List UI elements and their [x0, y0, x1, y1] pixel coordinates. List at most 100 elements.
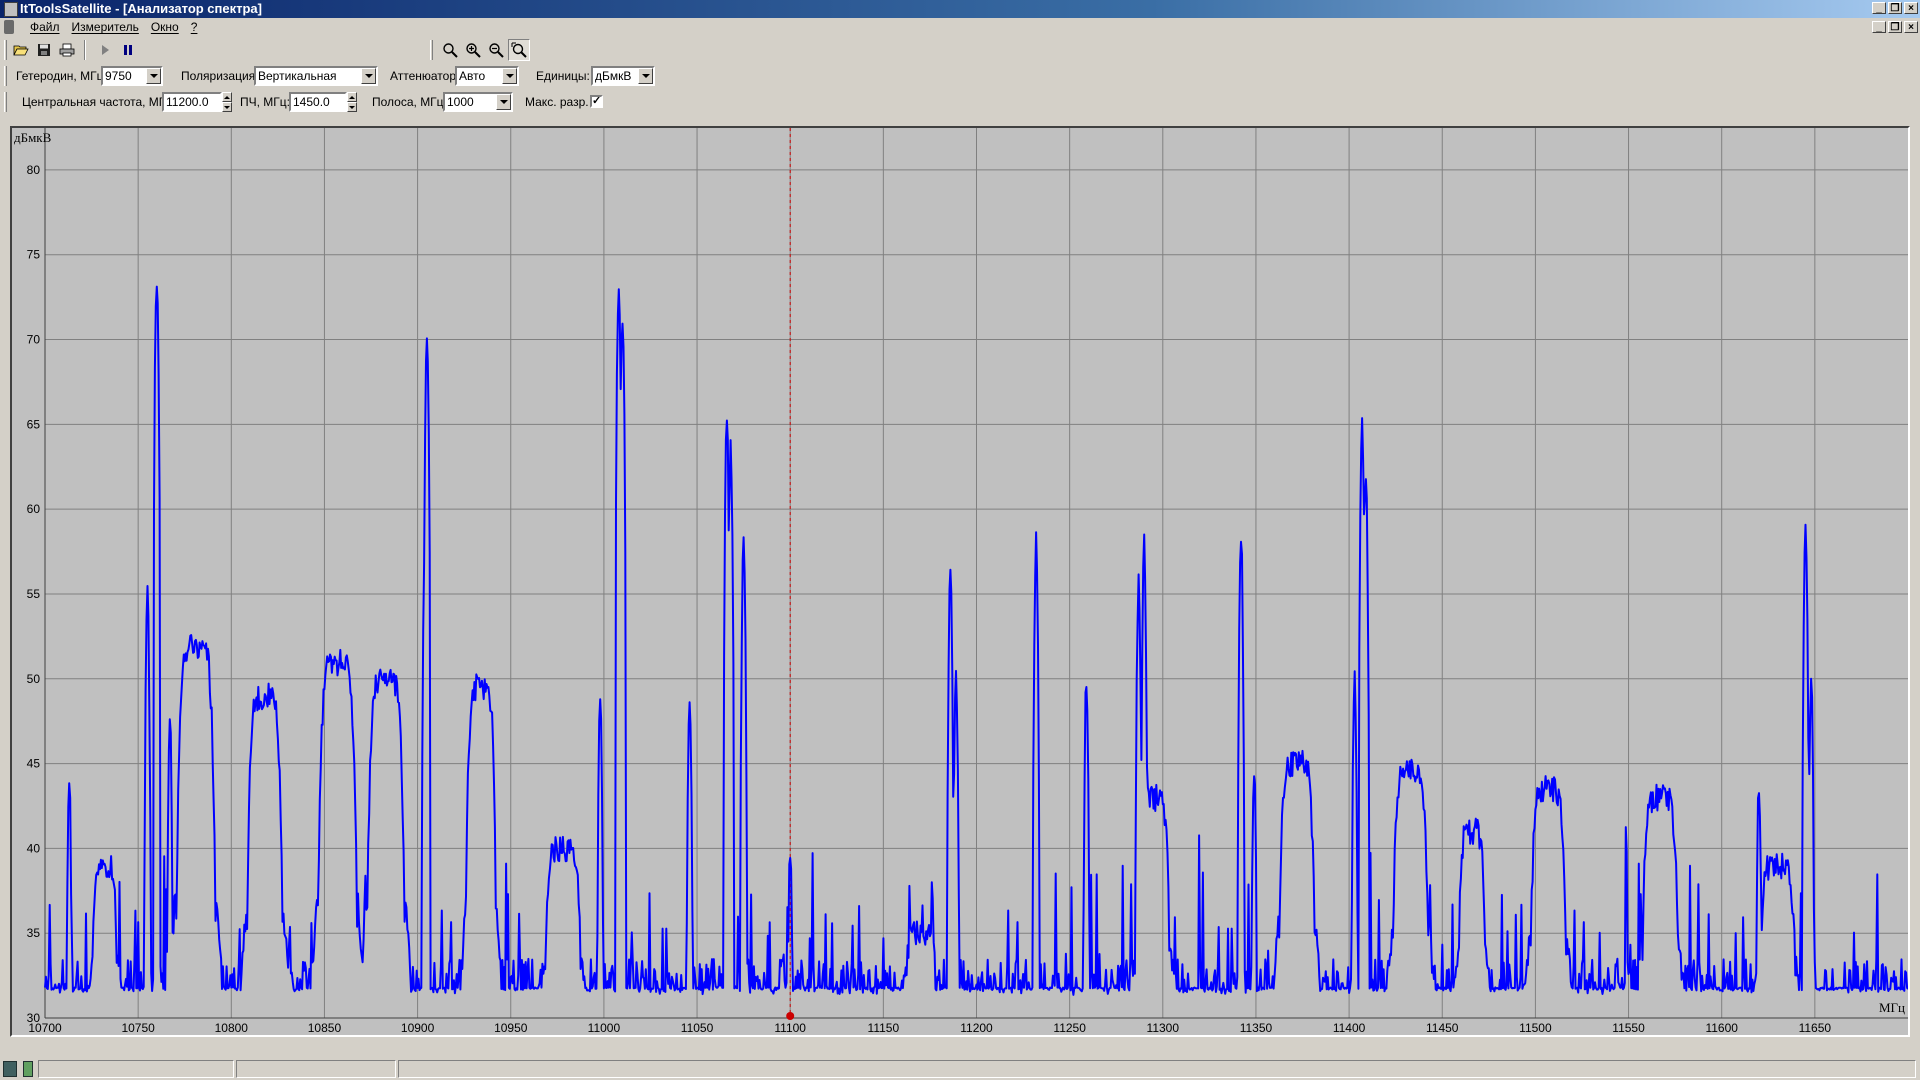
x-tick-label: 11000 [588, 1021, 621, 1035]
y-tick-label: 60 [27, 502, 41, 516]
title-bar: ItToolsSatellite - [Анализатор спектра] … [0, 0, 1920, 18]
spin-down-icon[interactable] [222, 102, 232, 112]
center-freq-label: Центральная частота, МГц: [22, 95, 176, 109]
x-tick-label: 11300 [1147, 1021, 1180, 1035]
play-button[interactable] [94, 39, 116, 61]
print-icon [59, 43, 75, 57]
x-tick-label: 11400 [1333, 1021, 1366, 1035]
polarization-select[interactable]: Вертикальная [254, 66, 378, 86]
spin-up-icon[interactable] [222, 92, 232, 102]
settings-row-2: Центральная частота, МГц: 11200.0 ПЧ, МГ… [0, 90, 1920, 114]
x-tick-label: 11200 [960, 1021, 993, 1035]
attenuator-value: Авто [459, 69, 486, 83]
spectrum-chart[interactable]: 10700 10750 10800 10850 10900 10950 11000 11050… [12, 128, 1908, 1035]
bandwidth-select[interactable]: 1000 [443, 92, 513, 112]
toolbar-grip[interactable] [4, 40, 7, 60]
y-tick-label: 70 [27, 333, 41, 347]
zoom-icon [443, 43, 458, 58]
units-select[interactable]: дБмкВ [591, 66, 655, 86]
menu-bar: Файл Измеритель Окно ? [0, 18, 1920, 37]
toolbar-separator [84, 40, 86, 60]
attenuator-label: Аттенюатор: [390, 69, 460, 83]
mdi-restore-button[interactable]: ❐ [1888, 21, 1902, 33]
save-icon [38, 44, 50, 56]
chart-background [12, 128, 1908, 1035]
x-tick-label: 11150 [868, 1021, 900, 1035]
document-icon[interactable] [4, 20, 14, 34]
pause-icon [124, 45, 132, 55]
y-axis-label: дБмкВ [14, 130, 52, 145]
spin-down-icon[interactable] [347, 102, 357, 112]
chevron-down-icon[interactable] [146, 68, 161, 84]
settings-row-1: Гетеродин, МГц: 9750 Поляризация: Вертик… [0, 64, 1920, 88]
pause-button[interactable] [117, 39, 139, 61]
mdi-close-button[interactable]: × [1904, 21, 1918, 33]
x-tick-label: 11600 [1705, 1021, 1738, 1035]
y-tick-label: 40 [27, 841, 41, 855]
frequency-marker-handle[interactable] [786, 1012, 795, 1020]
status-panel-1 [38, 1060, 234, 1078]
zoom-fit-button[interactable] [508, 39, 530, 61]
x-tick-label: 11650 [1799, 1021, 1832, 1035]
print-button[interactable] [56, 39, 78, 61]
lo-select[interactable]: 9750 [101, 66, 163, 86]
zoom-button[interactable] [439, 39, 461, 61]
status-bar [0, 1058, 1920, 1080]
y-tick-label: 45 [27, 757, 41, 771]
minimize-button[interactable]: _ [1872, 2, 1886, 14]
spectrum-chart-frame: 10700 10750 10800 10850 10900 10950 11000 11050… [10, 126, 1910, 1037]
zoom-in-icon [466, 43, 481, 58]
x-tick-label: 10950 [494, 1021, 528, 1035]
max-resolution-checkbox[interactable]: ✓ [590, 95, 603, 108]
chevron-down-icon[interactable] [496, 94, 511, 110]
y-tick-label: 30 [27, 1011, 41, 1025]
if-label: ПЧ, МГц: [240, 95, 290, 109]
open-button[interactable] [10, 39, 32, 61]
x-tick-label: 10850 [308, 1021, 342, 1035]
center-freq-spinner[interactable] [222, 92, 232, 112]
menu-window[interactable]: Окно [145, 20, 185, 35]
toolbar-grip-zoom[interactable] [430, 40, 433, 60]
y-tick-label: 35 [27, 926, 41, 940]
attenuator-select[interactable]: Авто [455, 66, 519, 86]
app-icon[interactable] [4, 2, 18, 17]
if-spinner[interactable] [347, 92, 357, 112]
x-tick-label: 11250 [1053, 1021, 1086, 1035]
polarization-label: Поляризация: [181, 69, 259, 83]
status-panel-3 [398, 1060, 1916, 1078]
menu-meter[interactable]: Измеритель [66, 20, 145, 35]
y-tick-label: 65 [27, 417, 41, 431]
zoom-in-button[interactable] [462, 39, 484, 61]
status-icon [3, 1061, 17, 1077]
chevron-down-icon[interactable] [502, 68, 517, 84]
mdi-minimize-button[interactable]: _ [1872, 21, 1886, 33]
if-value: 1450.0 [293, 95, 330, 109]
row-grip[interactable] [4, 92, 7, 112]
x-tick-label: 10750 [121, 1021, 155, 1035]
zoom-out-button[interactable] [485, 39, 507, 61]
center-freq-input[interactable]: 11200.0 [162, 92, 222, 112]
open-folder-icon [13, 45, 29, 56]
connection-icon [23, 1061, 33, 1077]
max-resolution-label: Макс. разр. [525, 95, 589, 109]
chevron-down-icon[interactable] [361, 68, 376, 84]
menu-help[interactable]: ? [185, 20, 204, 35]
spin-up-icon[interactable] [347, 92, 357, 102]
toolbar [0, 38, 1920, 64]
status-panel-2 [236, 1060, 396, 1078]
x-tick-label: 11550 [1612, 1021, 1645, 1035]
chevron-down-icon[interactable] [638, 68, 653, 84]
restore-button[interactable]: ❐ [1888, 2, 1902, 14]
save-button[interactable] [33, 39, 55, 61]
x-tick-label: 10900 [401, 1021, 435, 1035]
close-button[interactable]: × [1904, 2, 1918, 14]
x-axis-label: МГц [1879, 1000, 1905, 1015]
row-grip[interactable] [4, 66, 7, 86]
polarization-value: Вертикальная [258, 69, 337, 83]
lo-select-value: 9750 [105, 69, 132, 83]
play-icon [102, 45, 109, 55]
if-input[interactable]: 1450.0 [289, 92, 347, 112]
menu-file[interactable]: Файл [24, 20, 66, 35]
window-title: ItToolsSatellite - [Анализатор спектра] [20, 1, 262, 16]
units-label: Единицы: [536, 69, 590, 83]
